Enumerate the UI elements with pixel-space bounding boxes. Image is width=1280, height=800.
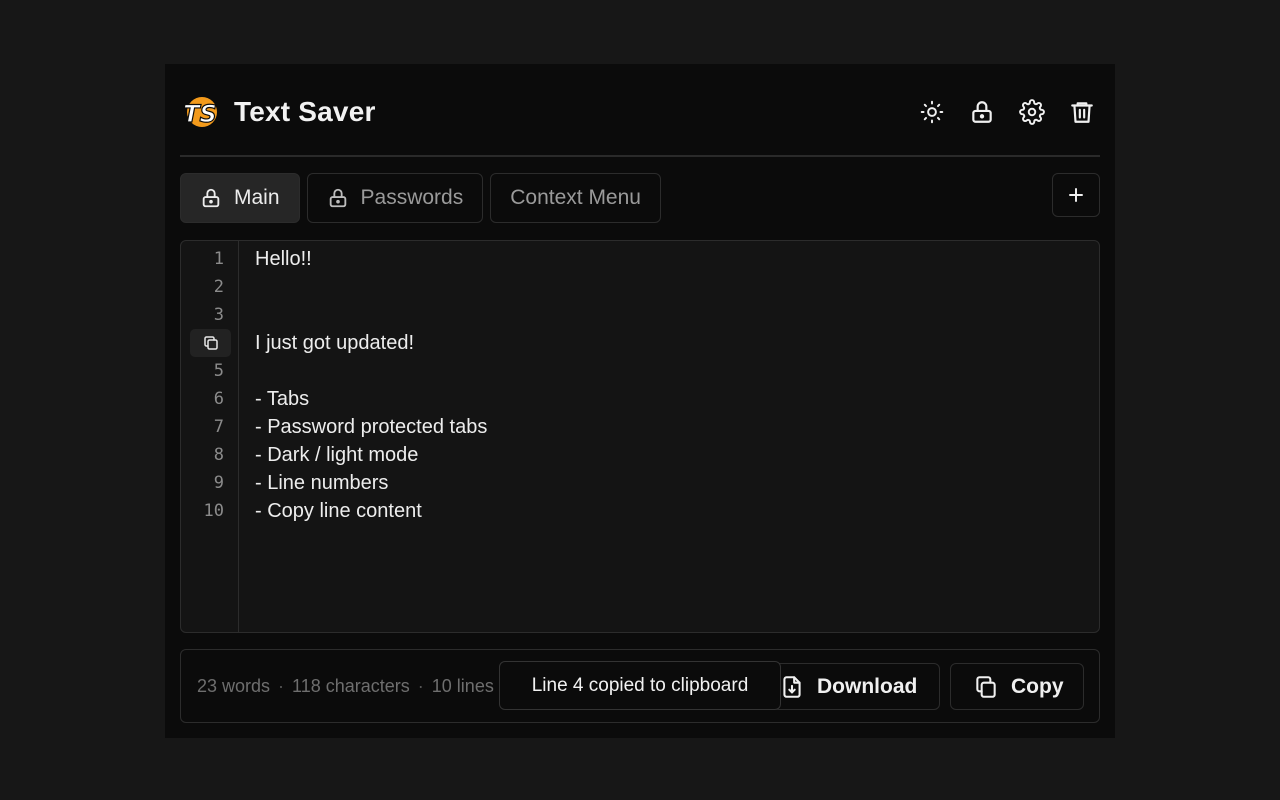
tab-passwords[interactable]: Passwords [306,173,484,223]
clipboard-toast: Line 4 copied to clipboard [499,661,781,710]
copy-button[interactable]: Copy [950,663,1084,710]
theme-toggle-button[interactable] [914,94,950,130]
tab-main[interactable]: Main [180,173,300,223]
line-number-gutter: 1 2 3 5 6 7 8 9 10 [181,241,239,632]
add-tab-button[interactable] [1052,173,1100,217]
line-number: 1 [213,249,224,269]
text-editor[interactable]: 1 2 3 5 6 7 8 9 10 Hello!! I just got up… [180,240,1100,633]
editor-line: - Dark / light mode [255,444,419,466]
lock-icon [200,187,222,209]
line-number: 6 [213,389,224,409]
character-count: 118 characters [292,676,410,696]
text-stats: 23 words · 118 characters · 10 lines [197,650,527,722]
line-number: 5 [213,361,224,381]
copy-icon [973,674,999,700]
editor-line: Hello!! [255,248,312,270]
editor-line: I just got updated! [255,332,415,354]
app-title: Text Saver [234,96,376,127]
tab-label: Context Menu [510,186,641,209]
logo: TS [180,92,220,132]
gear-icon [1019,99,1045,125]
editor-line: - Line numbers [255,472,389,494]
header-divider [180,155,1100,157]
editor-line: - Copy line content [255,500,422,522]
tab-label: Passwords [360,186,464,209]
line-number: 3 [213,305,224,325]
header-actions [914,92,1100,132]
settings-button[interactable] [1014,94,1050,130]
word-count: 23 words [197,676,271,696]
delete-button[interactable] [1064,94,1100,130]
tab-bar: Main Passwords Context Menu [180,173,661,223]
line-number: 9 [213,473,224,493]
sun-icon [920,100,944,124]
line-count: 10 lines [431,676,494,696]
download-button[interactable]: Download [773,663,940,710]
file-download-icon [779,674,805,700]
copy-label: Copy [1011,674,1064,698]
app-panel: TS Text Saver Main Passwords Context Men… [165,64,1115,738]
lock-icon [327,187,349,209]
lock-icon [972,101,992,123]
editor-line: - Tabs [255,388,310,410]
header: TS Text Saver [180,92,1100,132]
copy-line-button[interactable] [190,329,231,357]
logo-text: TS [183,100,217,128]
plus-icon [1069,188,1083,202]
lock-button[interactable] [964,94,1000,130]
copy-icon [203,336,218,350]
download-label: Download [817,674,918,698]
line-number: 10 [203,501,224,521]
line-number: 7 [213,417,224,437]
tab-label: Main [234,186,280,209]
tab-context-menu[interactable]: Context Menu [490,173,661,223]
editor-content[interactable]: Hello!! I just got updated! - Tabs - Pas… [255,245,1089,525]
editor-line: - Password protected tabs [255,416,488,438]
separator-dot: · [278,676,285,696]
line-number: 2 [213,277,224,297]
line-number: 8 [213,445,224,465]
separator-dot: · [417,676,424,696]
trash-icon [1071,102,1093,123]
